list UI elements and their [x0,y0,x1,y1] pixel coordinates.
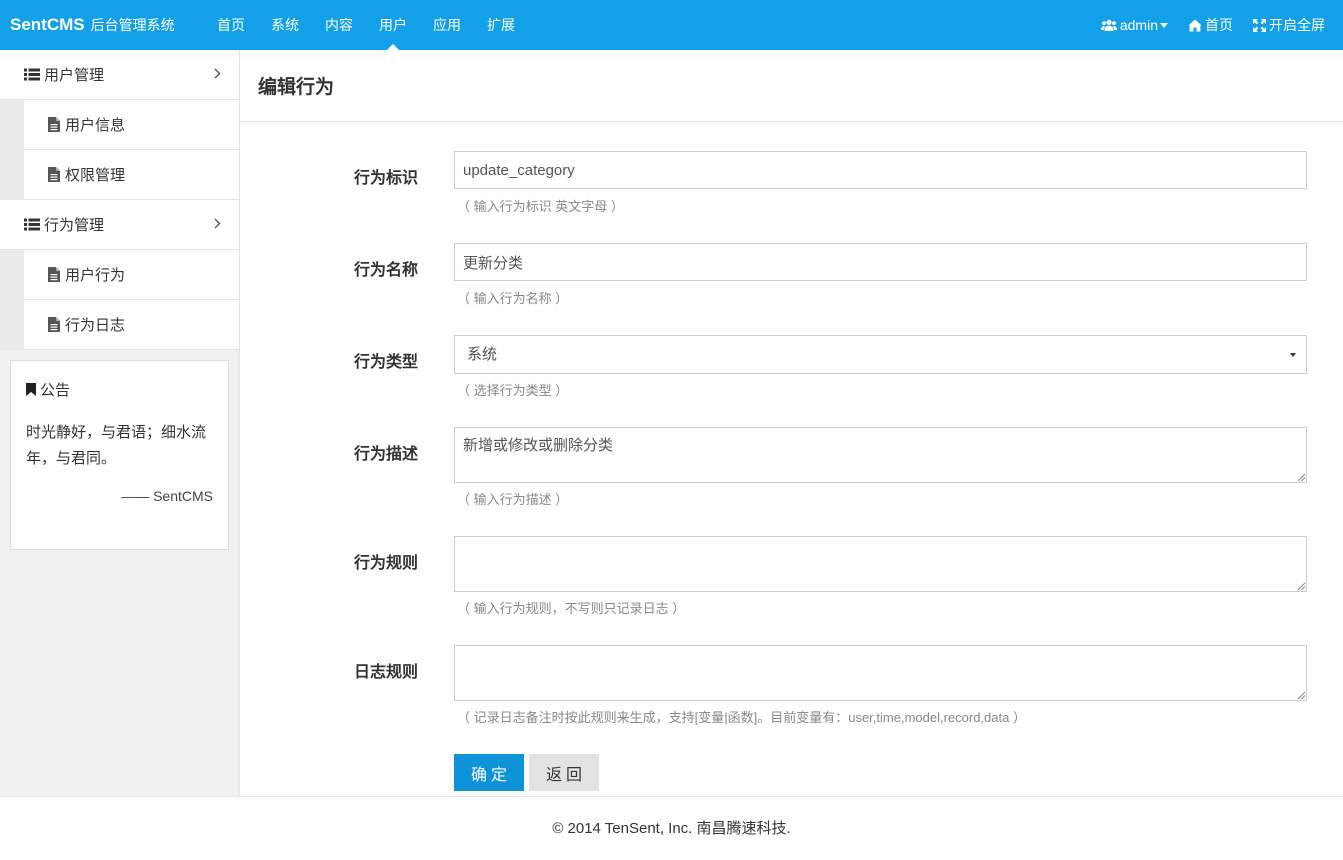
footer-copyright: © 2014 TenSent, Inc. 南昌腾速科技. [552,820,791,837]
action-title-input[interactable] [454,243,1307,281]
action-type-select[interactable]: 系统 [454,335,1307,374]
brand-subtitle: 后台管理系统 [90,17,175,33]
file-icon [48,267,60,282]
sidebar-item-user-info[interactable]: 用户信息 [24,100,239,150]
sidebar: 用户管理 用户信息 权限管理 行为管理 用户行为 行为日志 公告 时光静好，与君… [0,50,240,796]
rule-help: （ 输入行为规则，不写则只记录日志 ） [457,601,686,616]
sidebar-item-label: 行为日志 [65,317,126,334]
sidebar-group-label: 用户管理 [44,67,105,84]
chevron-right-icon [214,68,221,79]
notice-text: 时光静好，与君语；细水流年，与君同。 [26,424,207,467]
type-label: 行为类型 [353,354,418,371]
file-icon [48,117,60,132]
bookmark-icon [26,383,36,396]
sidebar-submenu: 用户行为 行为日志 [0,250,239,350]
action-name-input[interactable] [454,151,1307,189]
home-link[interactable]: 首页 [1178,15,1243,35]
sidebar-item-label: 用户行为 [65,267,126,284]
brand-name: SentCMS [10,15,85,34]
notice-title-text: 公告 [40,382,71,399]
sidebar-item-permissions[interactable]: 权限管理 [24,150,239,200]
type-help: （ 选择行为类型 ） [457,383,569,398]
remark-help: （ 输入行为描述 ） [457,492,569,507]
nav-item-apps[interactable]: 应用 [420,0,474,50]
caret-down-icon [1290,353,1296,357]
title-label: 行为名称 [353,262,418,279]
nav-item-home[interactable]: 首页 [204,0,258,50]
sidebar-group-action-management[interactable]: 行为管理 [0,200,239,250]
fullscreen-icon [1253,18,1266,32]
users-icon [1100,19,1117,32]
back-button[interactable]: 返回 [529,754,599,791]
user-name: admin [1119,17,1158,33]
log-rule-textarea[interactable] [454,645,1307,701]
chevron-right-icon [214,218,221,229]
main-nav: 首页 系统 内容 用户 应用 扩展 [204,0,528,50]
file-icon [48,167,60,182]
nav-item-user[interactable]: 用户 [366,0,420,50]
title-help: （ 输入行为名称 ） [457,291,569,306]
sidebar-item-action-log[interactable]: 行为日志 [24,300,239,350]
file-icon [48,317,60,332]
home-link-label: 首页 [1205,17,1233,33]
sidebar-item-user-actions[interactable]: 用户行为 [24,250,239,300]
fullscreen-label: 开启全屏 [1269,17,1325,33]
page-title: 编辑行为 [258,77,335,98]
nav-right: admin 首页 开启全屏 [1091,0,1335,50]
sidebar-submenu: 用户信息 权限管理 [0,100,239,200]
nav-item-content[interactable]: 内容 [312,0,366,50]
log-label: 日志规则 [353,664,418,681]
notice-title: 公告 [26,379,213,400]
action-remark-textarea[interactable]: 新增或修改或删除分类 [454,427,1307,483]
name-help: （ 输入行为标识 英文字母 ） [457,199,624,214]
notice-panel: 公告 时光静好，与君语；细水流年，与君同。 —— SentCMS [10,360,229,550]
name-label: 行为标识 [353,170,418,187]
page-header: 编辑行为 [240,50,1343,122]
sidebar-item-label: 用户信息 [65,117,126,134]
remark-label: 行为描述 [353,446,418,463]
action-rule-textarea[interactable] [454,536,1307,592]
sidebar-group-user-management[interactable]: 用户管理 [0,50,239,100]
home-icon [1188,19,1202,32]
confirm-button[interactable]: 确定 [454,754,524,791]
footer: © 2014 TenSent, Inc. 南昌腾速科技. [0,796,1343,860]
log-help: （ 记录日志备注时按此规则来生成，支持[变量|函数]。目前变量有：user,ti… [457,710,1026,725]
list-icon [24,218,40,231]
caret-down-icon [1160,22,1168,28]
sidebar-item-label: 权限管理 [65,167,126,184]
top-navbar: SentCMS 后台管理系统 首页 系统 内容 用户 应用 扩展 admin 首页… [0,0,1343,50]
main-content: 编辑行为 行为标识 （ 输入行为标识 英文字母 ） 行为名称 （ 输入行为名称 … [240,50,1343,796]
list-icon [24,68,40,81]
rule-label: 行为规则 [353,555,418,572]
nav-item-extend[interactable]: 扩展 [474,0,528,50]
brand[interactable]: SentCMS 后台管理系统 [10,0,175,50]
sidebar-group-label: 行为管理 [44,217,105,234]
fullscreen-toggle[interactable]: 开启全屏 [1243,15,1335,35]
action-type-value: 系统 [467,346,498,363]
nav-item-system[interactable]: 系统 [258,0,312,50]
notice-signature: —— SentCMS [121,488,213,504]
user-menu[interactable]: admin [1091,17,1178,33]
